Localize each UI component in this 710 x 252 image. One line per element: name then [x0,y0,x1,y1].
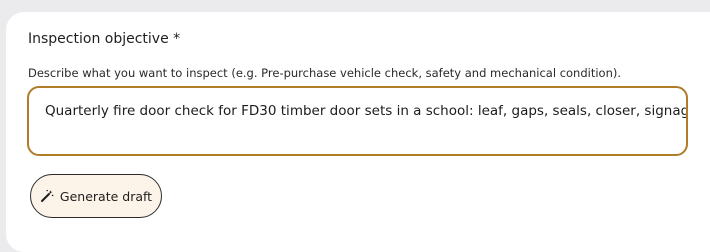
objective-label: Inspection objective * [28,31,181,47]
objective-help-text: Describe what you want to inspect (e.g. … [28,66,622,80]
magic-wand-icon [40,189,54,203]
generate-draft-button[interactable]: Generate draft [30,174,162,218]
generate-draft-label: Generate draft [59,188,153,204]
objective-textarea[interactable]: Quarterly fire door check for FD30 timbe… [27,86,688,156]
